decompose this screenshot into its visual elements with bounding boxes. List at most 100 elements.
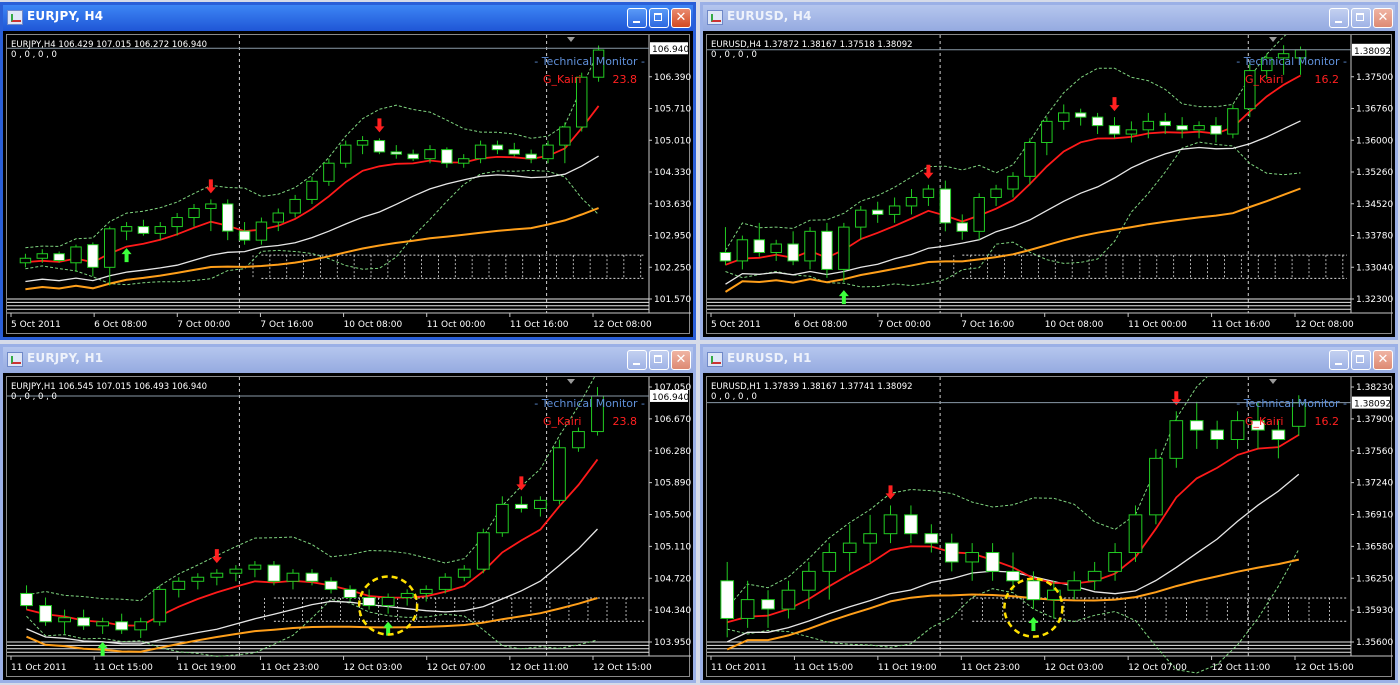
candle-body — [761, 599, 775, 610]
price-tick-label: 1.36000 — [1356, 136, 1393, 146]
candle-body — [343, 588, 357, 598]
time-tick-label: 12 Oct 08:00 — [593, 320, 652, 330]
indicator-values-label: 0 , 0 , 0 , 0 — [711, 50, 757, 60]
price-chart[interactable]: 1.38092 1.38230 1.37900 1.37560 1.37240 1.369… — [706, 376, 1393, 677]
window-titlebar[interactable]: EURUSD, H1 ✕ — [703, 347, 1395, 373]
window-titlebar[interactable]: EURJPY, H1 ✕ — [3, 347, 693, 373]
price-chart[interactable]: 106.940 107.050 106.670 106.280 105.890 105.5… — [6, 376, 691, 677]
price-tick-label: 1.36910 — [1356, 511, 1393, 521]
candle-body — [553, 447, 566, 501]
candle-body — [1189, 420, 1204, 431]
candle-body — [1108, 552, 1122, 572]
maximize-icon — [1352, 351, 1370, 369]
time-tick-label: 7 Oct 00:00 — [177, 320, 230, 330]
close-icon: ✕ — [675, 10, 687, 25]
candle-body — [305, 572, 319, 582]
close-button[interactable]: ✕ — [1373, 8, 1393, 28]
candle-body — [753, 239, 766, 253]
minimize-button[interactable] — [627, 350, 647, 370]
candle-body — [272, 212, 285, 223]
time-tick-label: 7 Oct 00:00 — [878, 320, 931, 330]
time-tick-label: 10 Oct 08:00 — [1045, 320, 1104, 330]
time-tick-label: 6 Oct 08:00 — [794, 320, 847, 330]
chart-window-eurusd-h1[interactable]: EURUSD, H1 ✕ 1.38092 1.38230 1.37900 1.3756… — [700, 344, 1398, 683]
sell-signal-arrow-icon — [516, 476, 527, 491]
price-tick-label: 1.34520 — [1356, 200, 1393, 210]
candle-body — [356, 140, 369, 146]
maximize-button[interactable] — [1351, 8, 1371, 28]
time-tick-label: 12 Oct 03:00 — [1045, 663, 1104, 673]
price-tick-label: 1.35930 — [1356, 606, 1393, 616]
minimize-button[interactable] — [1329, 8, 1349, 28]
time-tick-label: 12 Oct 07:00 — [427, 663, 486, 673]
chart-window-eurusd-h4[interactable]: EURUSD, H4 ✕ 1.38092 1.37500 1.36760 1.3600… — [700, 2, 1398, 340]
price-chart[interactable]: 1.38092 1.37500 1.36760 1.36000 1.35260 1.345… — [706, 34, 1393, 334]
candle-body — [838, 226, 850, 270]
price-tick-label: 105.110 — [654, 542, 691, 552]
g-kairi-value: 23.8 — [613, 415, 638, 428]
time-tick-label: 12 Oct 15:00 — [593, 663, 652, 673]
minimize-button[interactable] — [1329, 350, 1349, 370]
maximize-button[interactable] — [649, 350, 669, 370]
current-price-label: 1.38092 — [1354, 47, 1391, 57]
candle-body — [1024, 142, 1036, 177]
close-button[interactable]: ✕ — [671, 8, 691, 28]
maximize-button[interactable] — [1351, 350, 1371, 370]
close-button[interactable]: ✕ — [671, 350, 691, 370]
symbol-ohlc-label: EURUSD,H1 1.37839 1.38167 1.37741 1.3809… — [711, 382, 913, 392]
candle-body — [720, 580, 735, 619]
candle-body — [1026, 580, 1041, 601]
candle-body — [973, 196, 985, 232]
buy-signal-arrow-icon — [121, 248, 132, 263]
candle-body — [533, 499, 547, 509]
price-tick-label: 102.250 — [654, 263, 691, 273]
g-kairi-label: G_Kairi — [543, 73, 581, 86]
technical-monitor-label: - Technical Monitor - — [534, 397, 645, 410]
candle-body — [1091, 116, 1104, 127]
current-price-label: 1.38092 — [1354, 400, 1391, 410]
minimize-icon — [1330, 9, 1348, 27]
candlestick-chart: 1.38092 1.38230 1.37900 1.37560 1.37240 1.369… — [707, 377, 1393, 674]
price-tick-label: 105.500 — [654, 511, 691, 521]
minimize-button[interactable] — [627, 8, 647, 28]
time-tick-label: 11 Oct 00:00 — [427, 320, 486, 330]
candle-body — [87, 244, 99, 268]
candle-body — [1227, 108, 1239, 135]
candle-body — [229, 568, 243, 574]
time-tick-label: 11 Oct 19:00 — [878, 663, 937, 673]
indicator-values-label: 0 , 0 , 0 , 0 — [11, 392, 57, 402]
candle-body — [821, 230, 833, 270]
candle-body — [944, 542, 959, 563]
candle-body — [191, 576, 205, 582]
candle-body — [888, 205, 901, 215]
time-tick-label: 12 Oct 07:00 — [1128, 663, 1187, 673]
price-chart[interactable]: 106.940 106.390 105.710 105.010 104.330 103.6… — [6, 34, 691, 334]
price-tick-label: 104.330 — [654, 168, 691, 178]
time-tick-label: 11 Oct 15:00 — [94, 663, 153, 673]
sell-signal-arrow-icon — [205, 179, 216, 194]
candle-body — [1210, 125, 1222, 135]
chart-window-eurjpy-h1[interactable]: EURJPY, H1 ✕ 106.940 107.050 106.670 106.28… — [0, 344, 696, 683]
chart-window-icon — [7, 10, 23, 25]
candle-body — [120, 226, 133, 232]
window-titlebar[interactable]: EURUSD, H4 ✕ — [703, 5, 1395, 31]
price-tick-label: 106.390 — [654, 73, 691, 83]
current-price-label: 106.940 — [652, 45, 689, 55]
price-tick-label: 1.36580 — [1356, 542, 1393, 552]
sell-signal-arrow-icon — [211, 549, 222, 564]
maximize-button[interactable] — [649, 8, 669, 28]
window-titlebar[interactable]: EURJPY, H4 ✕ — [3, 5, 693, 31]
bollinger-lower — [725, 141, 1301, 288]
time-tick-label: 11 Oct 15:00 — [794, 663, 853, 673]
candle-body — [373, 140, 386, 153]
chart-window-eurjpy-h4[interactable]: EURJPY, H4 ✕ 106.940 106.390 105.710 105.01… — [0, 2, 696, 340]
candle-body — [339, 144, 352, 164]
candle-body — [154, 226, 167, 234]
candle-body — [719, 251, 732, 262]
window-title: EURUSD, H4 — [727, 9, 812, 23]
candle-body — [77, 617, 91, 627]
close-button[interactable]: ✕ — [1373, 350, 1393, 370]
price-tick-label: 104.340 — [654, 606, 691, 616]
candle-body — [390, 151, 403, 155]
candle-body — [1159, 120, 1171, 127]
